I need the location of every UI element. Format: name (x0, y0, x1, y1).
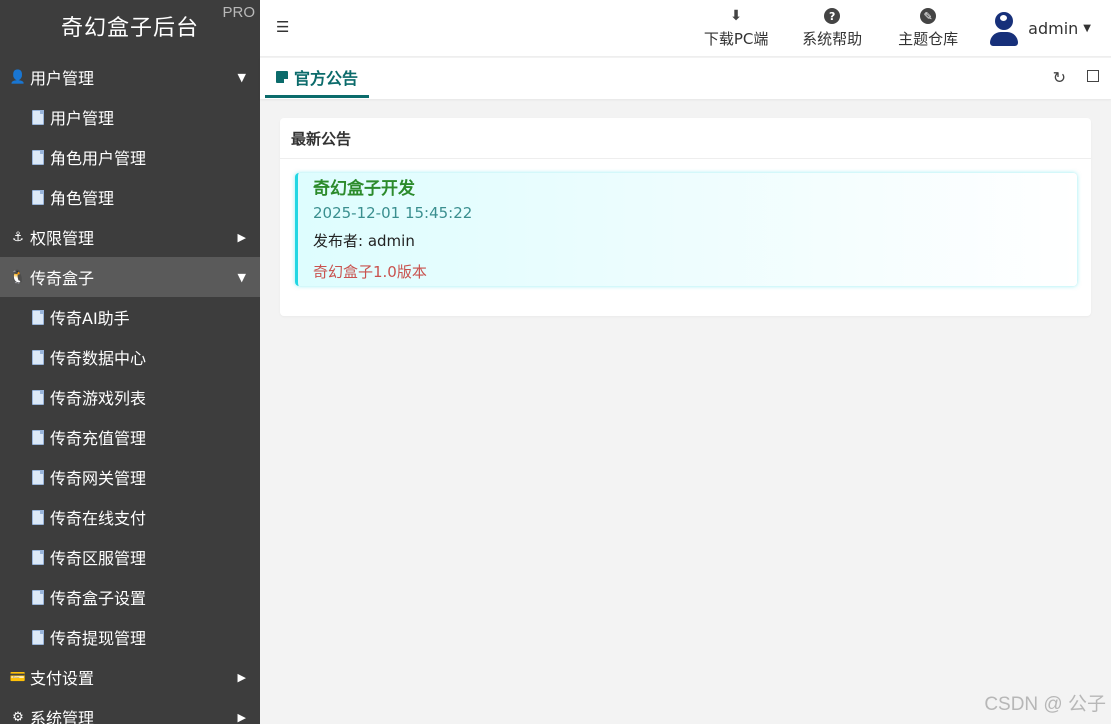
theme-store-button[interactable]: ✎ 主题仓库 (880, 0, 976, 57)
sidebar-item-label: 传奇充值管理 (50, 429, 147, 448)
brand-title: 奇幻盒子后台 (60, 16, 199, 41)
sidebar-item-label: 角色用户管理 (50, 149, 147, 168)
sidebar-item-label: 传奇在线支付 (50, 509, 147, 528)
sidebar-item-online-payment[interactable]: 传奇在线支付 (0, 497, 260, 537)
user-icon: 👤 (9, 69, 27, 85)
notice-title: 奇幻盒子开发 (313, 179, 415, 199)
sidebar-group-payment-settings[interactable]: 💳 支付设置 ▶ (0, 657, 260, 697)
header-tools: ⬇ 下载PC端 ? 系统帮助 ✎ 主题仓库 admin ▼ (688, 0, 1111, 57)
sidebar-item-role-user-management[interactable]: 角色用户管理 (0, 137, 260, 177)
payment-icon: 💳 (9, 669, 27, 685)
chevron-down-icon: ▼ (237, 270, 246, 284)
card-title: 最新公告 (280, 118, 1091, 159)
sidebar-group-label: 传奇盒子 (30, 269, 95, 288)
sidebar-item-label: 传奇提现管理 (50, 629, 147, 648)
chevron-down-icon: ▼ (237, 70, 246, 84)
user-name: admin (1028, 19, 1079, 38)
document-icon (32, 389, 44, 405)
sidebar-group-system-management[interactable]: ⚙ 系统管理 ▶ (0, 697, 260, 724)
document-icon (32, 629, 44, 645)
theme-icon: ✎ (920, 8, 937, 24)
notice-date: 2025-12-01 15:45:22 (313, 204, 473, 222)
sidebar-item-label: 传奇数据中心 (50, 349, 147, 368)
sidebar-item-recharge-management[interactable]: 传奇充值管理 (0, 417, 260, 457)
sidebar-item-user-management[interactable]: 用户管理 (0, 97, 260, 137)
download-pc-button[interactable]: ⬇ 下载PC端 (688, 0, 784, 57)
anchor-icon: ⚓ (12, 229, 24, 245)
document-icon (32, 589, 44, 605)
document-icon (32, 109, 44, 125)
tab-official-notice[interactable]: 官方公告 (265, 58, 369, 98)
document-icon (32, 509, 44, 525)
tool-label: 系统帮助 (802, 30, 863, 48)
document-icon (32, 429, 44, 445)
chevron-right-icon: ▶ (237, 710, 246, 724)
brand: 奇幻盒子后台 PRO (0, 0, 260, 57)
user-menu[interactable]: admin ▼ (976, 0, 1111, 57)
avatar (990, 11, 1019, 46)
notice-content: 奇幻盒子1.0版本 (313, 263, 427, 281)
document-icon (32, 469, 44, 485)
document-icon (32, 189, 44, 205)
sidebar-item-withdrawal-management[interactable]: 传奇提现管理 (0, 617, 260, 657)
note-icon (275, 70, 288, 83)
sidebar-item-server-management[interactable]: 传奇区服管理 (0, 537, 260, 577)
notice-item[interactable]: 奇幻盒子开发 2025-12-01 15:45:22 发布者: admin 奇幻… (295, 173, 1077, 286)
system-help-button[interactable]: ? 系统帮助 (784, 0, 880, 57)
download-icon: ⬇ (730, 8, 743, 24)
maximize-icon[interactable] (1087, 70, 1099, 82)
latest-notice-card: 最新公告 奇幻盒子开发 2025-12-01 15:45:22 发布者: adm… (280, 118, 1091, 316)
tool-label: 下载PC端 (703, 30, 769, 48)
sidebar-group-permission-management[interactable]: ⚓ 权限管理 ▶ (0, 217, 260, 257)
tool-label: 主题仓库 (898, 30, 959, 48)
sidebar-item-label: 传奇AI助手 (50, 309, 130, 328)
sidebar-item-role-management[interactable]: 角色管理 (0, 177, 260, 217)
sidebar-group-user-management[interactable]: 👤 用户管理 ▼ (0, 57, 260, 97)
sidebar-group-legend-box[interactable]: 🐧 传奇盒子 ▼ (0, 257, 260, 297)
watermark: CSDN @ 公子 (984, 694, 1106, 715)
sidebar-group-label: 系统管理 (30, 709, 95, 724)
sidebar-group-label: 用户管理 (30, 69, 95, 88)
chevron-right-icon: ▶ (237, 230, 246, 244)
sidebar-item-label: 传奇网关管理 (50, 469, 147, 488)
tab-label: 官方公告 (293, 68, 358, 88)
document-icon (32, 309, 44, 325)
help-icon: ? (824, 8, 841, 24)
brand-badge: PRO (222, 4, 255, 21)
sidebar-item-gateway-management[interactable]: 传奇网关管理 (0, 457, 260, 497)
top-header: ☰ ⬇ 下载PC端 ? 系统帮助 ✎ 主题仓库 admin ▼ (260, 0, 1111, 57)
sidebar-item-game-list[interactable]: 传奇游戏列表 (0, 377, 260, 417)
sidebar-item-data-center[interactable]: 传奇数据中心 (0, 337, 260, 377)
sidebar-item-box-settings[interactable]: 传奇盒子设置 (0, 577, 260, 617)
document-icon (32, 349, 44, 365)
refresh-icon[interactable]: ↻ (1053, 68, 1066, 87)
sidebar-item-ai-assistant[interactable]: 传奇AI助手 (0, 297, 260, 337)
sidebar-item-label: 传奇盒子设置 (50, 589, 147, 608)
document-icon (32, 149, 44, 165)
sidebar-menu: 👤 用户管理 ▼ 用户管理 角色用户管理 角色管理 ⚓ 权限管理 ▶ 🐧 传奇盒… (0, 57, 260, 724)
collapse-sidebar-icon[interactable]: ☰ (276, 18, 294, 38)
sidebar-item-label: 用户管理 (50, 109, 115, 128)
sidebar-group-label: 支付设置 (30, 669, 95, 688)
sidebar-group-label: 权限管理 (30, 229, 95, 248)
notice-author: 发布者: admin (313, 232, 415, 250)
caret-down-icon: ▼ (1083, 23, 1091, 34)
chevron-right-icon: ▶ (237, 670, 246, 684)
penguin-icon: 🐧 (9, 269, 27, 285)
sidebar-item-label: 传奇游戏列表 (50, 389, 147, 408)
tab-bar: 官方公告 ↻ (260, 58, 1111, 99)
sidebar: 奇幻盒子后台 PRO 👤 用户管理 ▼ 用户管理 角色用户管理 角色管理 ⚓ 权… (0, 0, 260, 724)
sidebar-item-label: 角色管理 (50, 189, 115, 208)
sidebar-item-label: 传奇区服管理 (50, 549, 147, 568)
gear-icon: ⚙ (12, 709, 24, 724)
document-icon (32, 549, 44, 565)
